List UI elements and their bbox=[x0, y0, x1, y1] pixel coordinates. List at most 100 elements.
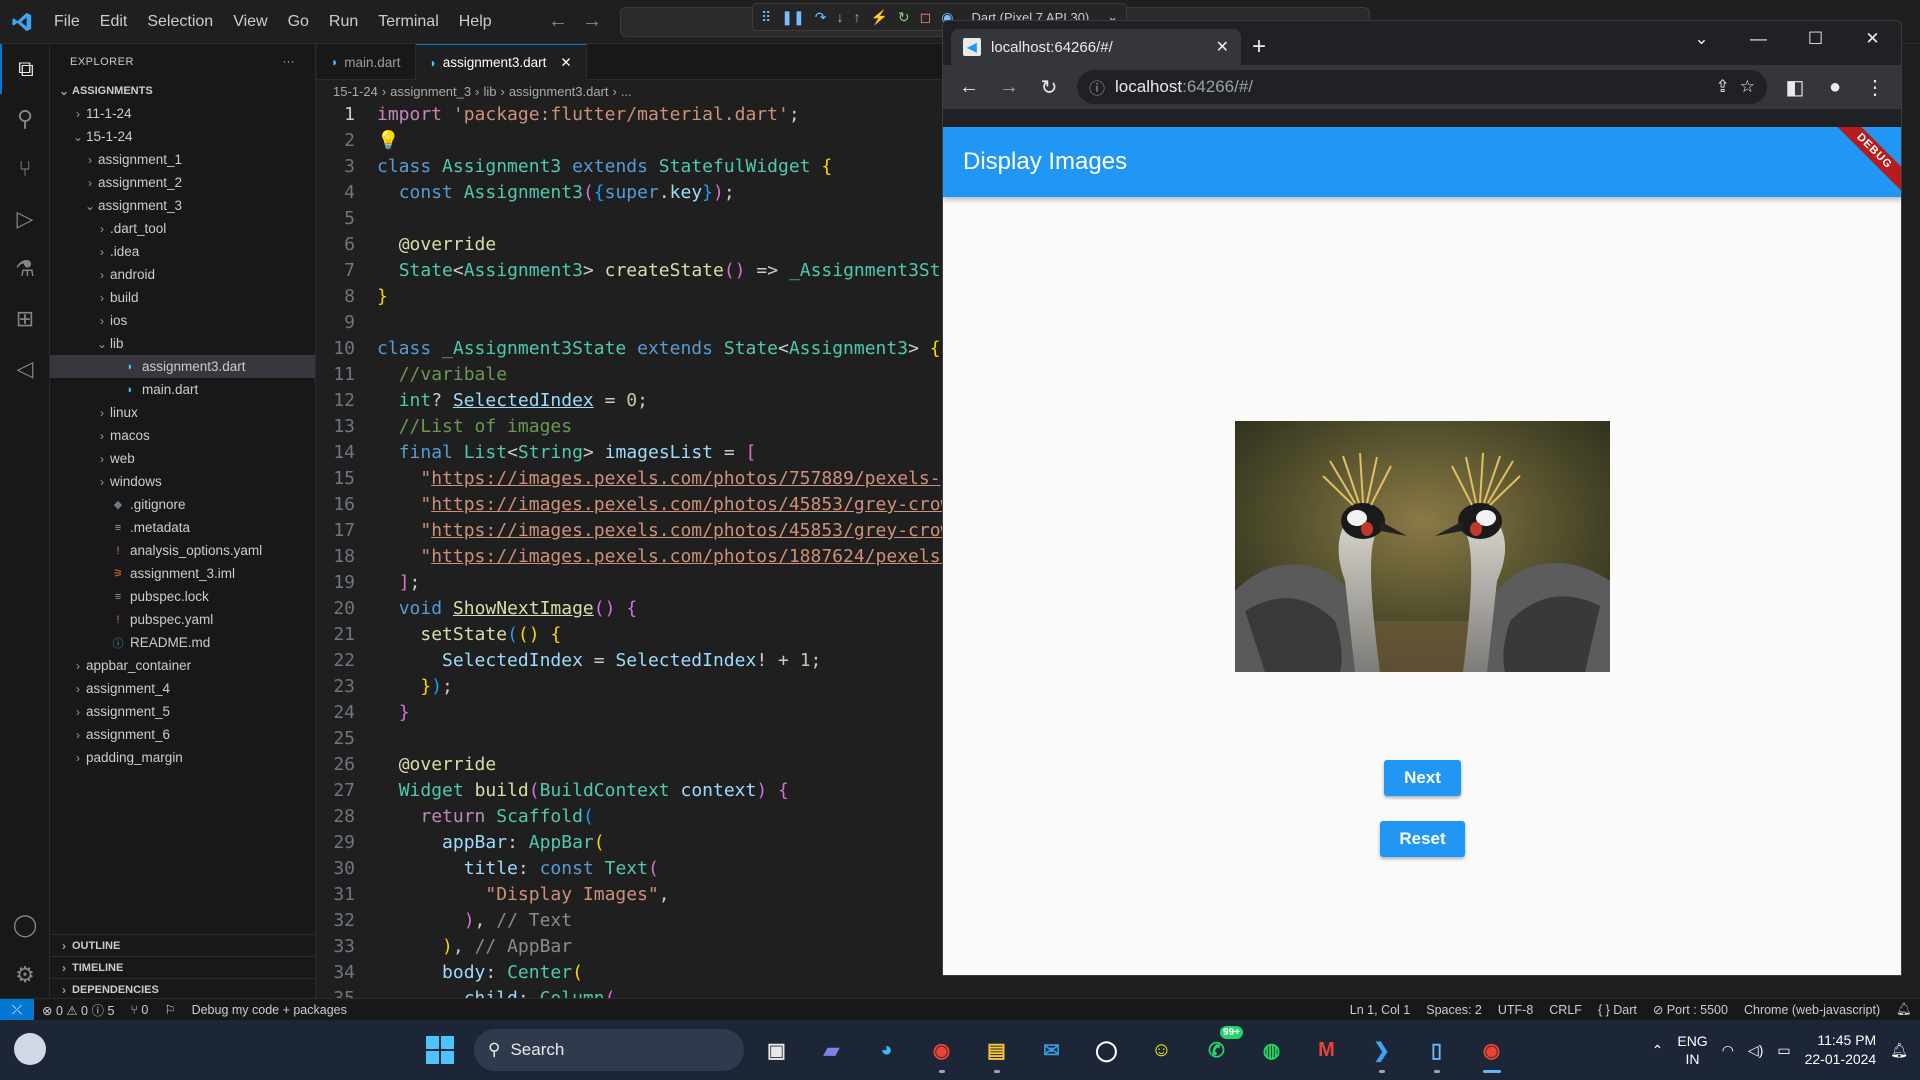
breadcrumb-item[interactable]: assignment3.dart bbox=[509, 84, 609, 99]
tree-item[interactable]: › build bbox=[50, 286, 315, 309]
tree-item[interactable]: ◗ main.dart bbox=[50, 378, 315, 401]
wifi-icon[interactable]: ◠ bbox=[1722, 1042, 1734, 1059]
teams-icon[interactable]: ▰ bbox=[809, 1026, 854, 1074]
chrome-menu-icon[interactable]: ⋮ bbox=[1857, 69, 1893, 105]
tree-item[interactable]: ⌄ assignment_3 bbox=[50, 194, 315, 217]
tree-item[interactable]: › .idea bbox=[50, 240, 315, 263]
tree-item[interactable]: ◗ assignment3.dart bbox=[50, 355, 315, 378]
live-server-port[interactable]: ⊘ Port : 5500 bbox=[1645, 1002, 1736, 1017]
tree-item[interactable]: › assignment_4 bbox=[50, 677, 315, 700]
tree-item[interactable]: ⓘ README.md bbox=[50, 631, 315, 654]
tree-item[interactable]: › 11-1-24 bbox=[50, 102, 315, 125]
task-view-icon[interactable]: ▣ bbox=[754, 1026, 799, 1074]
battery-icon[interactable]: ▭ bbox=[1777, 1042, 1790, 1059]
cursor-position[interactable]: Ln 1, Col 1 bbox=[1342, 1003, 1418, 1017]
flutter-icon[interactable]: ◁ bbox=[0, 344, 50, 394]
drag-handle-icon[interactable]: ⠿ bbox=[761, 9, 771, 26]
end-of-line[interactable]: CRLF bbox=[1541, 1003, 1590, 1017]
snapchat-icon[interactable]: ☺ bbox=[1139, 1026, 1184, 1074]
editor-tab[interactable]: ◗ main.dart bbox=[317, 44, 416, 80]
notifications-icon[interactable]: 🔔︎ bbox=[1890, 1042, 1908, 1059]
site-info-icon[interactable]: ⓘ bbox=[1089, 75, 1105, 99]
spotify-icon[interactable]: ◍ bbox=[1249, 1026, 1294, 1074]
tree-item[interactable]: › windows bbox=[50, 470, 315, 493]
run-debug-icon[interactable]: ▷ bbox=[0, 194, 50, 244]
tree-item[interactable]: › assignment_1 bbox=[50, 148, 315, 171]
remote-indicator-icon[interactable]: ⤫ bbox=[0, 998, 34, 1021]
close-tab-icon[interactable]: ✕ bbox=[560, 55, 571, 71]
tree-item[interactable]: › macos bbox=[50, 424, 315, 447]
menu-item-run[interactable]: Run bbox=[319, 13, 368, 31]
language-indicator[interactable]: ENG IN bbox=[1677, 1032, 1707, 1068]
dell-icon[interactable]: ◯ bbox=[1084, 1026, 1129, 1074]
breadcrumb-item[interactable]: ... bbox=[621, 84, 632, 99]
notifications-bell-icon[interactable]: 🔔︎ bbox=[1888, 1002, 1920, 1017]
debug-config[interactable]: Debug my code + packages bbox=[184, 1003, 355, 1017]
tree-item[interactable]: › .dart_tool bbox=[50, 217, 315, 240]
menu-item-edit[interactable]: Edit bbox=[90, 13, 138, 31]
encoding[interactable]: UTF-8 bbox=[1490, 1003, 1541, 1017]
chrome-active-icon[interactable]: ◉ bbox=[1469, 1026, 1514, 1074]
tree-item[interactable]: › appbar_container bbox=[50, 654, 315, 677]
tree-item[interactable]: › assignment_2 bbox=[50, 171, 315, 194]
tree-item[interactable]: › padding_margin bbox=[50, 746, 315, 769]
menu-item-help[interactable]: Help bbox=[449, 13, 502, 31]
new-tab-icon[interactable]: + bbox=[1241, 29, 1277, 65]
menu-item-go[interactable]: Go bbox=[278, 13, 319, 31]
code-editor[interactable]: 1 import 'package:flutter/material.dart';… bbox=[317, 102, 943, 1000]
profile-icon[interactable]: ● bbox=[1817, 69, 1853, 105]
gear-icon[interactable]: ⚙ bbox=[0, 950, 50, 1000]
gmail-icon[interactable]: M bbox=[1304, 1026, 1349, 1074]
tree-item[interactable]: ⌄ 15-1-24 bbox=[50, 125, 315, 148]
back-icon[interactable]: ← bbox=[951, 69, 987, 105]
step-over-icon[interactable]: ↷ bbox=[815, 9, 827, 26]
tree-item[interactable]: › android bbox=[50, 263, 315, 286]
tree-item[interactable]: ! analysis_options.yaml bbox=[50, 539, 315, 562]
tree-item[interactable]: › assignment_6 bbox=[50, 723, 315, 746]
account-icon[interactable]: ◯ bbox=[0, 900, 50, 950]
indentation[interactable]: Spaces: 2 bbox=[1418, 1003, 1490, 1017]
bookmark-star-icon[interactable]: ☆ bbox=[1740, 77, 1755, 97]
nav-arrows[interactable]: ←→ bbox=[548, 10, 616, 33]
testing-icon[interactable]: ⚗ bbox=[0, 244, 50, 294]
hot-reload-icon[interactable]: ⚡ bbox=[870, 9, 887, 26]
tree-item[interactable]: › web bbox=[50, 447, 315, 470]
forward-icon[interactable]: → bbox=[991, 69, 1027, 105]
tree-item[interactable]: ⚞ assignment_3.iml bbox=[50, 562, 315, 585]
explorer-icon[interactable]: ⧉ bbox=[0, 44, 50, 94]
clock[interactable]: 11:45 PM 22-01-2024 bbox=[1805, 1031, 1877, 1069]
step-out-icon[interactable]: ↑ bbox=[853, 9, 860, 25]
more-actions-icon[interactable]: ··· bbox=[283, 56, 296, 68]
close-tab-icon[interactable]: ✕ bbox=[1216, 37, 1229, 57]
weather-widget-icon[interactable] bbox=[14, 1033, 46, 1065]
extensions-icon[interactable]: ⊞ bbox=[0, 294, 50, 344]
source-control-icon[interactable]: ⑂ bbox=[0, 144, 50, 194]
chrome-icon[interactable]: ◉ bbox=[919, 1026, 964, 1074]
start-button[interactable] bbox=[416, 1026, 464, 1074]
step-into-icon[interactable]: ↓ bbox=[836, 9, 843, 25]
editor-tab[interactable]: ◗ assignment3.dart ✕ bbox=[415, 44, 587, 80]
search-icon[interactable]: ⚲ bbox=[0, 94, 50, 144]
tree-item[interactable]: › ios bbox=[50, 309, 315, 332]
close-window-icon[interactable]: ✕ bbox=[1844, 21, 1901, 57]
section-outline[interactable]: › OUTLINE bbox=[50, 934, 316, 956]
debug-run-icon[interactable]: ⚐ bbox=[156, 1002, 183, 1017]
tree-item[interactable]: ⌄ lib bbox=[50, 332, 315, 355]
tree-item[interactable]: ◆ .gitignore bbox=[50, 493, 315, 516]
vscode-icon[interactable]: ❯ bbox=[1359, 1026, 1404, 1074]
maximize-icon[interactable]: ☐ bbox=[1787, 21, 1844, 57]
ports-indicator[interactable]: ⑂ 0 bbox=[122, 1003, 156, 1017]
file-explorer-icon[interactable]: ▤ bbox=[974, 1026, 1019, 1074]
tree-item[interactable]: › assignment_5 bbox=[50, 700, 315, 723]
tab-search-icon[interactable]: ⌄ bbox=[1673, 21, 1730, 57]
menu-item-file[interactable]: File bbox=[44, 13, 90, 31]
workspace-section[interactable]: ⌄ ASSIGNMENTS bbox=[50, 80, 315, 102]
app-icon[interactable]: ▯ bbox=[1414, 1026, 1459, 1074]
edge-icon[interactable]: ◕ bbox=[864, 1026, 909, 1074]
minimize-icon[interactable]: — bbox=[1730, 21, 1787, 57]
section-timeline[interactable]: › TIMELINE bbox=[50, 956, 316, 978]
chevron-up-icon[interactable]: ⌃ bbox=[1652, 1042, 1664, 1059]
restart-icon[interactable]: ↻ bbox=[898, 9, 910, 26]
stop-icon[interactable]: ◻ bbox=[920, 9, 932, 26]
menu-item-view[interactable]: View bbox=[223, 13, 277, 31]
